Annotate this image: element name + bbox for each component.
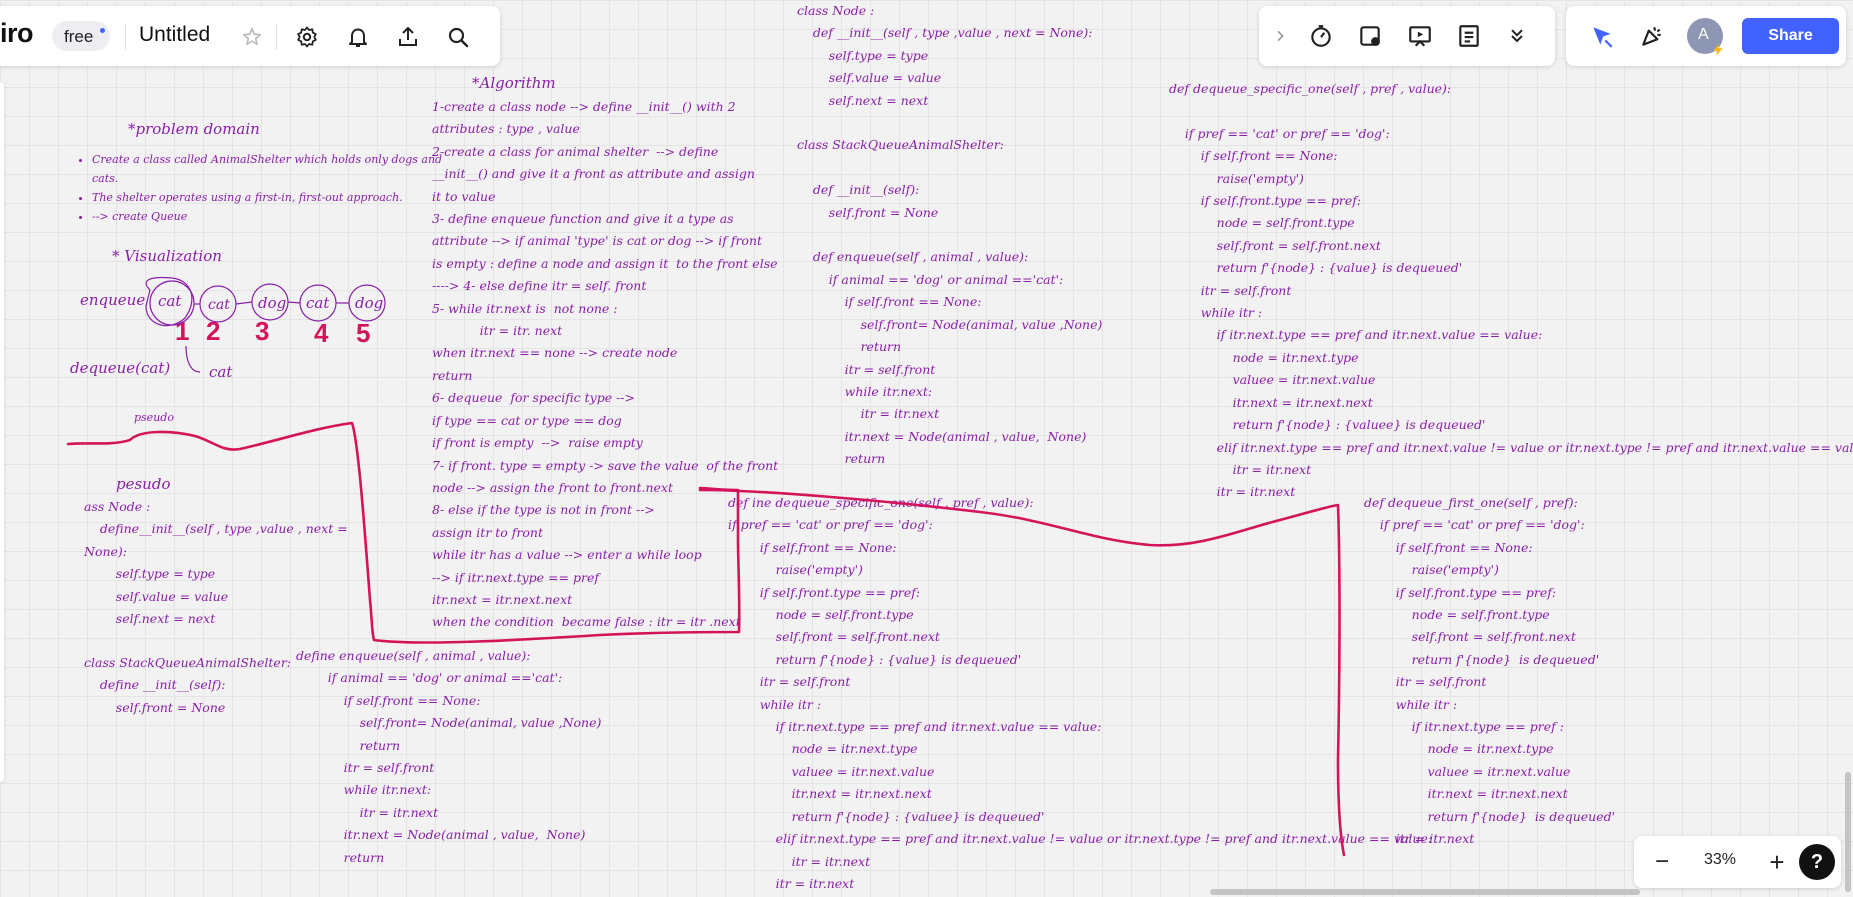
bell-icon[interactable] (343, 22, 373, 52)
zoom-level[interactable]: 33% (1690, 851, 1750, 869)
horizontal-scrollbar[interactable] (1210, 889, 1640, 895)
badge-dot-icon (100, 28, 105, 33)
enqueue-label: enqueue (80, 291, 146, 309)
miro-logo[interactable]: iro (0, 18, 34, 49)
pseudo-node-code: ass Node : define__init__(self , type ,v… (84, 499, 348, 627)
node-number: 1 (175, 316, 190, 346)
pseudo-title: pesudo (116, 475, 171, 493)
pseudo-label: pseudo (134, 411, 174, 424)
queue-node-label: cat (208, 297, 230, 313)
queue-node-label: dog (258, 294, 287, 312)
presentation-icon[interactable] (1405, 21, 1435, 51)
problem-item: --> create Queue (92, 207, 432, 226)
queue-arrow (287, 301, 301, 304)
queue-node-label: dog (355, 294, 384, 312)
left-tools-panel[interactable] (0, 82, 4, 782)
share-toolbar: A Share (1566, 6, 1846, 66)
visualization-title: * Visualization (112, 247, 222, 265)
dequeue-first-code: def dequeue_first_one(self , pref): if p… (1364, 495, 1616, 847)
divider (125, 24, 126, 50)
dequeue-specific-code-middle: def ine dequeue_specific_one(self , pref… (728, 495, 1433, 891)
zoom-out-button[interactable]: − (1646, 846, 1678, 878)
reactions-party-icon[interactable] (1637, 21, 1667, 51)
board-title[interactable]: Untitled (139, 23, 210, 47)
divider (276, 24, 277, 50)
timer-icon[interactable] (1306, 21, 1336, 51)
avatar-initial: A (1698, 26, 1709, 43)
chevron-right-icon[interactable] (1265, 21, 1295, 51)
node-number: 5 (356, 318, 371, 348)
top-left-toolbar: iro free Untitled (0, 6, 500, 66)
vertical-scrollbar[interactable] (1845, 772, 1851, 892)
dequeue-arrow (185, 345, 201, 373)
share-button[interactable]: Share (1742, 18, 1839, 54)
notes-icon[interactable] (1454, 21, 1484, 51)
problem-domain-title: *problem domain (128, 120, 260, 138)
enqueue-code: define enqueue(self , animal , value): i… (296, 648, 602, 865)
queue-node-label: cat (158, 292, 182, 310)
chevron-double-down-icon[interactable] (1502, 21, 1532, 51)
sticky-note-icon[interactable] (1355, 21, 1385, 51)
settings-gear-icon[interactable] (292, 22, 322, 52)
cursor-follow-icon[interactable] (1587, 21, 1617, 51)
class-code: class Node : def __init__(self , type ,v… (797, 3, 1103, 467)
plan-badge-label: free (64, 27, 94, 46)
dequeue-result: cat (209, 363, 233, 381)
problem-item: The shelter operates using a first-in, f… (92, 188, 432, 207)
plan-badge[interactable]: free (52, 21, 110, 51)
search-icon[interactable] (443, 22, 473, 52)
pseudo-shelter-code: class StackQueueAnimalShelter: define __… (84, 655, 292, 715)
dequeue-label: dequeue(cat) (70, 359, 171, 377)
star-icon[interactable] (237, 22, 267, 52)
node-number: 3 (255, 316, 270, 346)
help-button[interactable]: ? (1799, 844, 1835, 880)
node-number: 4 (314, 318, 329, 348)
algorithm-title: *Algorithm (472, 74, 556, 92)
collaboration-toolbar (1259, 6, 1555, 66)
problem-domain-list: Create a class called AnimalShelter whic… (74, 150, 442, 226)
algorithm-text: 1-create a class node --> define __init_… (432, 99, 779, 630)
zoom-in-button[interactable]: + (1761, 846, 1793, 878)
problem-item: Create a class called AnimalShelter whic… (92, 150, 442, 188)
zoom-controls: − 33% + ? (1634, 836, 1841, 888)
queue-node-label: cat (306, 294, 330, 312)
dequeue-specific-code-right: def dequeue_specific_one(self , pref , v… (1169, 81, 1853, 500)
upload-icon[interactable] (393, 22, 423, 52)
queue-arrow (235, 301, 253, 305)
lightning-icon (1711, 42, 1725, 56)
node-number: 2 (206, 316, 221, 346)
share-button-label: Share (1768, 27, 1813, 44)
